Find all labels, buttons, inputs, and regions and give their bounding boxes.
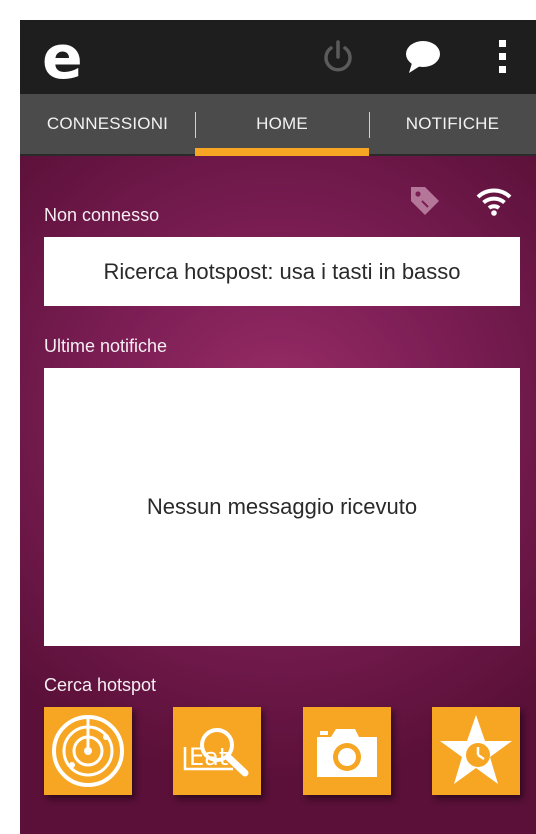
logo-letter: e xyxy=(42,24,83,88)
star-clock-icon xyxy=(440,715,512,784)
favorites-button[interactable] xyxy=(432,707,520,795)
chat-bubble-icon[interactable] xyxy=(403,37,443,77)
app-screen: e CONNESSIONI HOME NOTIFICHE Non conness… xyxy=(20,20,536,834)
tag-icon[interactable] xyxy=(408,184,442,223)
notifications-title: Ultime notifiche xyxy=(44,336,168,356)
search-hotspot-title: Cerca hotspot xyxy=(44,675,157,695)
eat-label: Eat xyxy=(189,743,228,771)
overflow-menu-icon[interactable] xyxy=(484,37,524,77)
camera-search-button[interactable] xyxy=(303,707,391,795)
camera-icon xyxy=(317,729,377,777)
tab-notifiche[interactable]: NOTIFICHE xyxy=(369,94,536,154)
eat-search-button[interactable]: Eat xyxy=(173,707,261,795)
home-content: Non connesso Ricerca hotspost: usa i tas… xyxy=(20,156,536,834)
selected-tab-indicator xyxy=(195,148,369,156)
connection-status-label: Non connesso xyxy=(44,205,160,225)
power-icon[interactable] xyxy=(318,37,358,77)
hotspot-status-box: Ricerca hotspost: usa i tasti in basso xyxy=(44,237,520,306)
radar-icon xyxy=(52,715,124,787)
tab-home[interactable]: HOME xyxy=(195,94,369,154)
action-bar: e xyxy=(20,20,536,94)
radar-search-button[interactable] xyxy=(44,707,132,795)
empty-notifications-message: Nessun messaggio ricevuto xyxy=(146,494,418,519)
notifications-panel[interactable]: Nessun messaggio ricevuto xyxy=(44,368,520,646)
wifi-icon[interactable] xyxy=(476,184,512,223)
eat-search-icon: Eat xyxy=(183,728,249,777)
tab-bar: CONNESSIONI HOME NOTIFICHE xyxy=(20,94,536,156)
app-logo: e xyxy=(36,23,96,93)
tab-connessioni[interactable]: CONNESSIONI xyxy=(20,94,195,154)
